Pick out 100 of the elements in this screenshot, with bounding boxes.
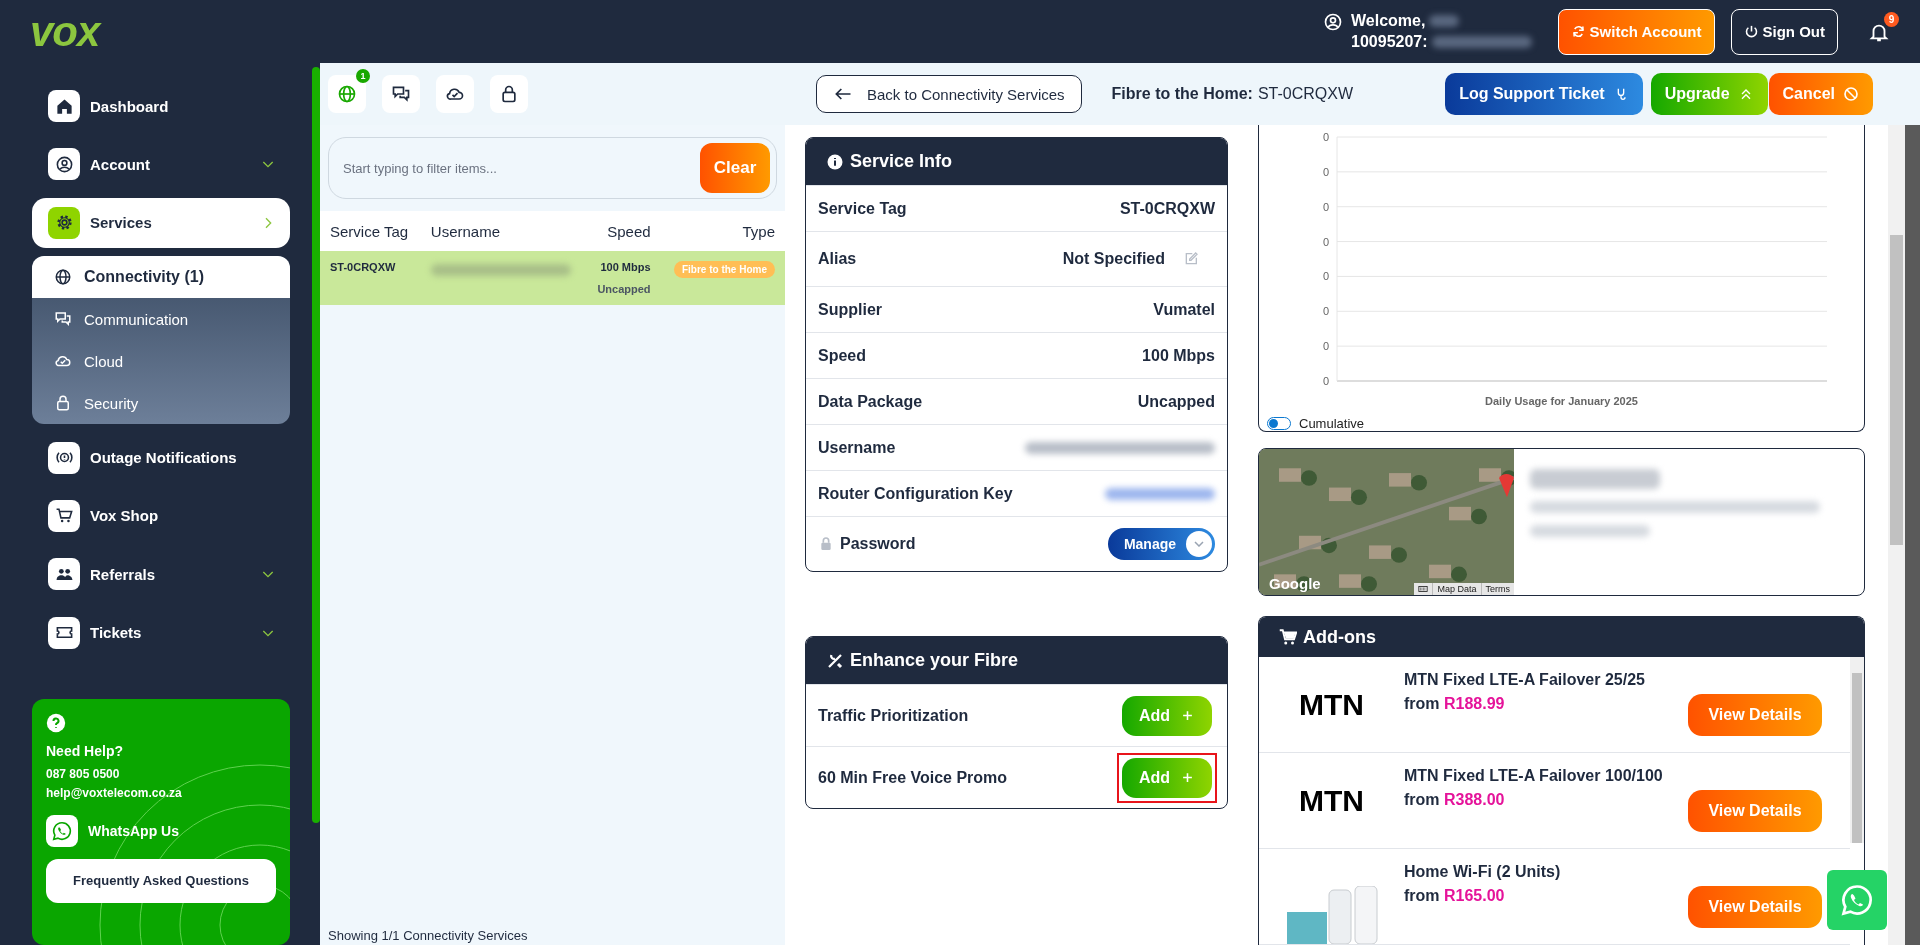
axis-tick-label: 0 xyxy=(1322,270,1329,283)
map-link[interactable]: Map Data xyxy=(1432,583,1481,596)
column-header[interactable]: Type xyxy=(660,211,785,251)
sidebar-item[interactable]: Services xyxy=(32,197,290,248)
chat-icon xyxy=(54,310,72,329)
info-icon xyxy=(826,152,844,171)
help-icon xyxy=(46,712,66,733)
cumulative-toggle[interactable] xyxy=(1267,417,1291,430)
lock-icon xyxy=(54,394,72,413)
account-number: 10095207: xyxy=(1351,33,1428,51)
axis-tick-label: 0 xyxy=(1322,200,1329,213)
whatsapp-button[interactable] xyxy=(1827,870,1887,930)
info-label: Service Tag xyxy=(818,199,907,218)
power-icon xyxy=(1743,24,1759,39)
info-value: 100 Mbps xyxy=(1142,346,1215,365)
submenu-item[interactable]: Security xyxy=(32,382,290,425)
vox-logo[interactable]: vox xyxy=(30,7,100,56)
log-ticket-button[interactable]: Log Support Ticket xyxy=(1445,73,1643,115)
sidebar-item[interactable]: Vox Shop xyxy=(32,490,290,542)
notification-badge: 9 xyxy=(1884,11,1899,27)
info-label: Password xyxy=(840,535,916,553)
card-title: Add-ons xyxy=(1303,626,1376,648)
mtn-logo: MTN xyxy=(1298,686,1365,723)
card-title: Service Info xyxy=(850,151,953,172)
home-icon xyxy=(54,96,74,116)
addon-name: MTN Fixed LTE-A Failover 100/100 xyxy=(1404,767,1663,785)
addon-price: from R188.99 xyxy=(1404,695,1506,713)
addon-name: MTN Fixed LTE-A Failover 25/25 xyxy=(1404,671,1645,689)
faq-button[interactable]: Frequently Asked Questions xyxy=(46,858,276,903)
sidebar-item[interactable]: Dashboard xyxy=(32,81,290,132)
column-header[interactable]: Username xyxy=(420,211,586,251)
service-title: Fibre to the Home: xyxy=(1111,85,1253,103)
map-link[interactable]: Terms xyxy=(1480,583,1514,596)
manage-button[interactable]: Manage xyxy=(1107,528,1215,560)
sign-out-button[interactable]: Sign Out xyxy=(1730,8,1838,55)
tools-icon xyxy=(826,651,844,670)
addon-price: from R388.00 xyxy=(1404,791,1506,809)
map-view[interactable]: Google Map Data Terms xyxy=(1259,448,1514,596)
sidebar-item[interactable]: Tickets xyxy=(32,607,290,658)
scrollbar[interactable] xyxy=(1888,125,1905,945)
cart-icon xyxy=(1279,628,1297,647)
axis-tick-label: 0 xyxy=(1322,131,1329,143)
gear-icon xyxy=(54,213,74,233)
axis-tick-label: 0 xyxy=(1322,340,1329,353)
user-icon xyxy=(54,155,74,174)
info-label: Alias xyxy=(818,250,857,268)
lock-icon xyxy=(818,536,834,552)
info-label: Supplier xyxy=(818,300,882,319)
type-tag: Fibre to the Home xyxy=(674,261,775,278)
count-badge: 1 xyxy=(356,69,370,83)
addon-label: 60 Min Free Voice Promo xyxy=(818,768,1008,787)
speed-text: 100 Mbps xyxy=(599,261,651,273)
globe-icon xyxy=(337,84,357,104)
help-email: help@voxtelecom.co.za xyxy=(46,785,183,800)
back-button[interactable]: Back to Connectivity Services xyxy=(816,75,1082,113)
toggle-label: Cumulative xyxy=(1299,416,1365,431)
package-text: Uncapped xyxy=(596,283,651,295)
chevron-down-icon xyxy=(1194,541,1204,547)
axis-tick-label: 0 xyxy=(1322,375,1329,387)
chart-caption: Daily Usage for January 2025 xyxy=(1484,395,1639,407)
lock-icon xyxy=(499,84,519,104)
addon-label: Traffic Prioritization xyxy=(818,706,969,725)
service-tab[interactable] xyxy=(436,75,474,113)
user-icon xyxy=(1323,12,1344,32)
info-value: Uncapped xyxy=(1137,392,1215,411)
sync-icon xyxy=(1570,24,1586,39)
help-title: Need Help? xyxy=(46,742,124,759)
service-tab[interactable] xyxy=(490,75,528,113)
info-label: Router Configuration Key xyxy=(818,484,1013,503)
submenu-item[interactable]: Communication xyxy=(32,298,290,341)
globe-icon xyxy=(54,268,72,287)
info-value: Not Specified xyxy=(1062,250,1165,268)
table-cell: ST-0CRQXW xyxy=(320,251,421,305)
submenu-item[interactable]: Cloud xyxy=(32,340,290,383)
info-label: Speed xyxy=(818,346,866,365)
axis-tick-label: 0 xyxy=(1322,235,1329,248)
results-count: Showing 1/1 Connectivity Services xyxy=(327,928,529,945)
mtn-logo: MTN xyxy=(1298,782,1365,819)
map-attribution: Google xyxy=(1269,575,1321,593)
scrollbar[interactable] xyxy=(312,67,320,823)
info-label: Data Package xyxy=(818,392,923,411)
sidebar-item[interactable]: Outage Notifications xyxy=(32,432,290,483)
service-tag: ST-0CRQXW xyxy=(1257,85,1354,103)
welcome-text: Welcome, xyxy=(1351,12,1426,30)
sidebar-item[interactable]: Referrals xyxy=(32,549,290,600)
service-tab[interactable] xyxy=(382,75,420,113)
submenu-item[interactable]: Connectivity (1) xyxy=(32,256,290,299)
whatsapp-icon xyxy=(1839,882,1875,918)
info-label: Username xyxy=(818,438,896,457)
axis-tick-label: 0 xyxy=(1322,165,1329,178)
info-value: ST-0CRQXW xyxy=(1119,199,1215,218)
column-header[interactable]: Service Tag xyxy=(320,211,421,251)
sidebar-item[interactable]: Account xyxy=(32,139,290,190)
help-phone: 087 805 0500 xyxy=(46,766,121,781)
edit-icon xyxy=(1183,251,1199,267)
ban-icon xyxy=(1843,86,1859,102)
scrollbar[interactable] xyxy=(1850,657,1864,843)
column-header[interactable]: Speed xyxy=(585,211,661,251)
axis-tick-label: 0 xyxy=(1322,305,1329,318)
whatsapp-icon xyxy=(51,819,73,842)
